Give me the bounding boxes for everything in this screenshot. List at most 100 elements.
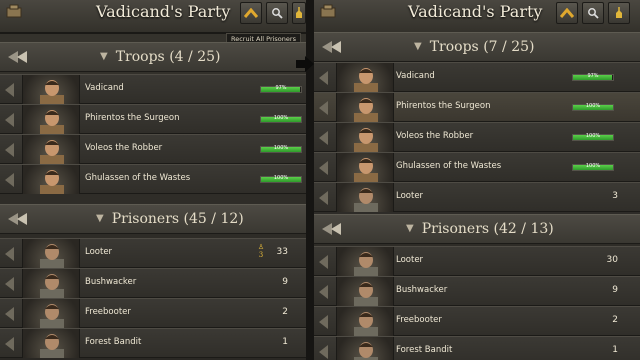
troops-header[interactable]: ▼ Troops (4 / 25) <box>0 42 306 72</box>
unit-count: 1 <box>612 345 618 355</box>
health-percent: 100% <box>273 115 289 121</box>
prisoner-row[interactable]: Freebooter 2 <box>0 298 306 328</box>
troop-row[interactable]: Vadicand 97% <box>0 74 306 104</box>
prisoners-title: ▼ Prisoners (42 / 13) <box>406 221 554 237</box>
collapse-left-icon[interactable] <box>320 221 344 237</box>
transfer-left-icon[interactable] <box>316 252 330 272</box>
unit-name: Phirentos the Surgeon <box>396 101 491 111</box>
upgrade-all-button[interactable] <box>240 2 262 24</box>
prisoners-header[interactable]: ▼ Prisoners (45 / 12) <box>0 204 306 234</box>
troop-row[interactable]: Ghulassen of the Wastes 100% <box>0 164 306 194</box>
collapse-left-icon[interactable] <box>320 39 344 55</box>
troop-row[interactable]: Voleos the Robber 100% <box>314 122 640 152</box>
prisoners-label: Prisoners <box>421 221 490 237</box>
panel-divider <box>306 0 314 360</box>
unit-portrait <box>22 329 80 358</box>
unit-count: 1 <box>282 337 288 347</box>
prisoner-row[interactable]: Forest Bandit 1 <box>0 328 306 358</box>
collapse-left-icon[interactable] <box>6 211 30 227</box>
expand-triangle-icon: ▼ <box>414 41 422 52</box>
transfer-left-icon[interactable] <box>316 128 330 148</box>
troop-row[interactable]: Phirentos the Surgeon 100% <box>314 92 640 122</box>
party-icon <box>6 4 22 18</box>
troop-row[interactable]: Ghulassen of the Wastes 100% <box>314 152 640 182</box>
title-bar: Vadicand's Party <box>0 0 306 34</box>
expand-triangle-icon: ▼ <box>96 213 104 224</box>
transfer-left-icon[interactable] <box>316 282 330 302</box>
unit-count: 33 <box>276 247 288 257</box>
chevron-up-icon <box>560 8 574 18</box>
troop-row[interactable]: Vadicand 97% <box>314 62 640 92</box>
health-bar: 100% <box>260 145 302 153</box>
unit-name: Looter <box>85 247 113 257</box>
prisoner-row[interactable]: Forest Bandit 1 <box>314 336 640 360</box>
unit-portrait <box>336 247 394 276</box>
unit-name: Freebooter <box>396 315 442 325</box>
search-icon <box>588 8 599 19</box>
upgrade-all-button[interactable] <box>556 2 578 24</box>
unit-name: Phirentos the Surgeon <box>85 113 180 123</box>
unit-portrait <box>336 183 394 212</box>
prisoners-header[interactable]: ▼ Prisoners (42 / 13) <box>314 214 640 244</box>
prisoner-row[interactable]: Looter 30 <box>314 246 640 276</box>
health-percent: 100% <box>585 163 601 169</box>
transfer-left-icon[interactable] <box>316 188 330 208</box>
transfer-left-icon[interactable] <box>2 110 16 130</box>
search-button[interactable] <box>266 2 288 24</box>
troop-row[interactable]: Looter 3 <box>314 182 640 212</box>
health-percent: 100% <box>585 103 601 109</box>
recruit-icon[interactable]: ♙ 3 <box>255 243 267 259</box>
transfer-left-icon[interactable] <box>2 244 16 264</box>
recruit-all-button[interactable] <box>608 2 630 24</box>
unit-name: Voleos the Robber <box>85 143 163 153</box>
health-percent: 100% <box>585 133 601 139</box>
transfer-left-icon[interactable] <box>2 274 16 294</box>
unit-portrait <box>22 135 80 164</box>
transfer-left-icon[interactable] <box>2 304 16 324</box>
unit-portrait <box>22 299 80 328</box>
health-bar: 100% <box>572 133 614 141</box>
unit-count: 3 <box>612 191 618 201</box>
transfer-left-icon[interactable] <box>316 158 330 178</box>
troops-header[interactable]: ▼ Troops (7 / 25) <box>314 32 640 62</box>
recruit-glyph-icon: ♙ <box>257 243 265 251</box>
recruit-all-button[interactable] <box>292 2 306 24</box>
health-bar: 100% <box>572 163 614 171</box>
unit-portrait <box>336 123 394 152</box>
prisoners-count: (45 / 12) <box>183 211 244 227</box>
title-bar: Vadicand's Party <box>314 0 640 34</box>
unit-count: 9 <box>282 277 288 287</box>
collapse-left-icon[interactable] <box>6 49 30 65</box>
transfer-left-icon[interactable] <box>2 334 16 354</box>
transfer-left-icon[interactable] <box>316 312 330 332</box>
arrow-right-icon <box>296 56 314 72</box>
party-panel-before: Vadicand's Party Recruit All Prisoners ▼… <box>0 0 306 360</box>
unit-name: Ghulassen of the Wastes <box>85 173 191 183</box>
prisoner-row[interactable]: Looter 33 ♙ 3 <box>0 238 306 268</box>
unit-name: Forest Bandit <box>396 345 453 355</box>
unit-name: Looter <box>396 191 424 201</box>
transfer-left-icon[interactable] <box>2 80 16 100</box>
health-bar: 100% <box>572 103 614 111</box>
party-panel-after: Vadicand's Party ▼ Troops (7 / 25) Vadica… <box>314 0 640 360</box>
unit-name: Vadicand <box>396 71 435 81</box>
prisoner-row[interactable]: Bushwacker 9 <box>0 268 306 298</box>
unit-count: 30 <box>606 255 618 265</box>
troop-row[interactable]: Voleos the Robber 100% <box>0 134 306 164</box>
unit-name: Forest Bandit <box>85 337 142 347</box>
prisoners-label: Prisoners <box>111 211 180 227</box>
troop-row[interactable]: Phirentos the Surgeon 100% <box>0 104 306 134</box>
search-button[interactable] <box>582 2 604 24</box>
transfer-left-icon[interactable] <box>2 140 16 160</box>
prisoner-row[interactable]: Freebooter 2 <box>314 306 640 336</box>
expand-triangle-icon: ▼ <box>100 51 108 62</box>
unit-portrait <box>22 269 80 298</box>
transfer-left-icon[interactable] <box>316 98 330 118</box>
transfer-left-icon[interactable] <box>2 170 16 190</box>
chevron-up-icon <box>244 8 258 18</box>
prisoner-row[interactable]: Bushwacker 9 <box>314 276 640 306</box>
health-bar: 97% <box>572 73 614 81</box>
transfer-left-icon[interactable] <box>316 68 330 88</box>
unit-count: 9 <box>612 285 618 295</box>
transfer-left-icon[interactable] <box>316 342 330 360</box>
